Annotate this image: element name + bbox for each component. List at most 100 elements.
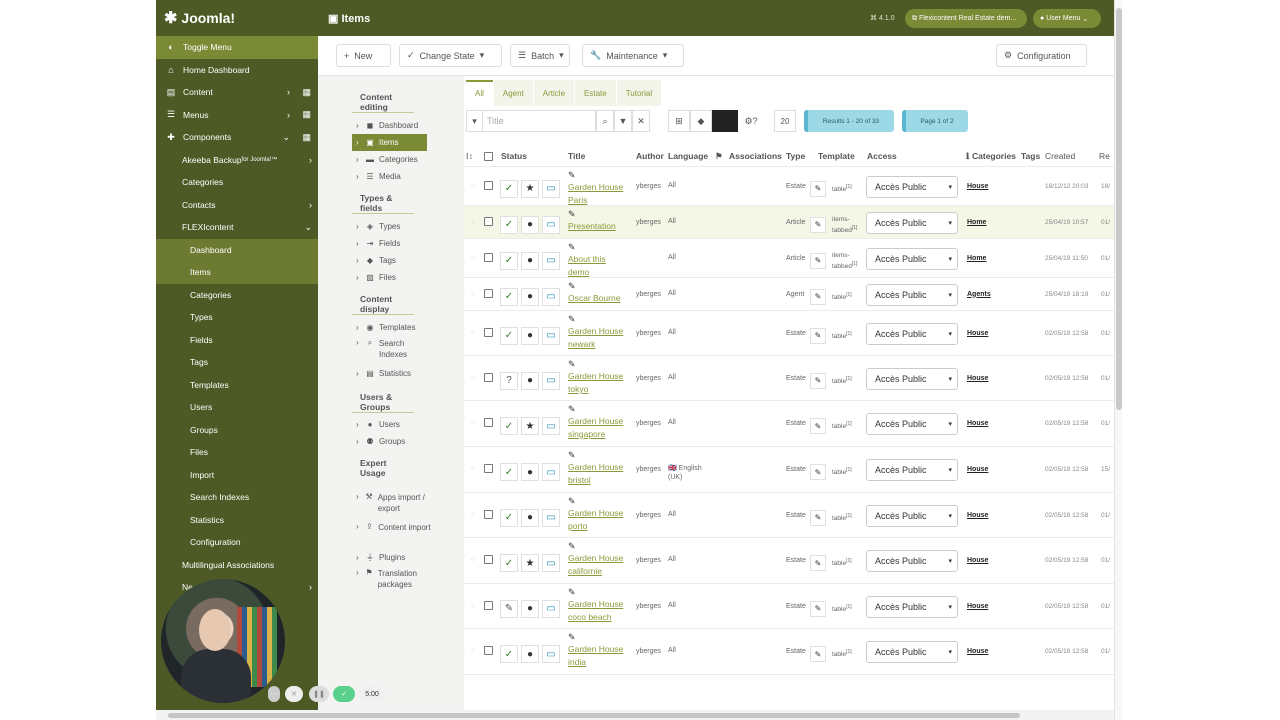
drag-handle-icon[interactable]: ⁘ bbox=[470, 374, 476, 382]
row-checkbox[interactable] bbox=[484, 464, 493, 473]
edit-icon[interactable]: ✎ bbox=[568, 359, 576, 370]
limit-select[interactable]: 20 bbox=[774, 110, 796, 132]
vertical-scrollbar[interactable] bbox=[1114, 0, 1122, 720]
sidebar-item-multilingual-associations[interactable]: Multilingual Associations bbox=[156, 554, 318, 577]
unfeatured-dot-icon[interactable]: ● bbox=[521, 326, 539, 345]
access-select[interactable]: Accès Public ▾ bbox=[866, 595, 958, 618]
item-title-link[interactable]: Garden House tokyo bbox=[568, 370, 623, 396]
row-checkbox[interactable] bbox=[484, 180, 493, 190]
access-select[interactable]: Accès Public ▾ bbox=[866, 247, 958, 270]
scrollbar-thumb[interactable] bbox=[168, 713, 1020, 718]
search-button[interactable]: ⌕ bbox=[596, 110, 614, 132]
row-checkbox[interactable] bbox=[484, 252, 493, 262]
category-link[interactable]: Home bbox=[967, 219, 986, 226]
category-link[interactable]: House bbox=[967, 603, 988, 610]
col-author[interactable]: Author bbox=[636, 151, 664, 161]
preview-monitor-icon[interactable]: ▭ bbox=[542, 287, 560, 306]
status-toggle-button[interactable]: ✓ bbox=[500, 417, 518, 435]
edit-icon[interactable]: ✎ bbox=[568, 496, 576, 507]
status-toggle-button[interactable]: ✓ bbox=[500, 645, 518, 663]
category-link[interactable]: House bbox=[967, 648, 988, 655]
edit-icon[interactable]: ✎ bbox=[568, 170, 576, 181]
access-select[interactable]: Accès Public ▾ bbox=[866, 367, 958, 390]
preview-monitor-icon[interactable]: ▭ bbox=[542, 371, 560, 390]
template-edit-button[interactable]: ✎ bbox=[810, 327, 826, 344]
col-tags[interactable]: Tags bbox=[1021, 151, 1040, 161]
sidebar-item-toggle-menu[interactable]: ◐ Toggle Menu bbox=[156, 36, 318, 59]
status-toggle-button[interactable]: ✓ bbox=[500, 554, 518, 572]
access-select[interactable]: Accès Public ▾ bbox=[866, 459, 958, 481]
status-toggle-button[interactable]: ✓ bbox=[500, 463, 518, 481]
sidebar-item-contacts[interactable]: Contacts › bbox=[156, 194, 318, 217]
row-checkbox[interactable] bbox=[484, 600, 493, 610]
col-categories[interactable]: Categories bbox=[972, 151, 1016, 161]
drag-handle-icon[interactable]: ⁘ bbox=[470, 647, 476, 655]
drag-handle-icon[interactable]: ⁘ bbox=[470, 602, 476, 610]
fc-nav-items[interactable]: › ▣ Items bbox=[352, 134, 427, 151]
category-link[interactable]: House bbox=[967, 466, 988, 473]
color-box-button[interactable] bbox=[712, 110, 738, 132]
sidebar-item-groups[interactable]: Groups bbox=[156, 419, 318, 442]
fc-nav-files[interactable]: › ▨ Files bbox=[352, 269, 432, 286]
fc-nav-plugins[interactable]: › ⏚ Plugins bbox=[352, 549, 432, 566]
category-link[interactable]: Agents bbox=[967, 291, 991, 298]
status-toggle-button[interactable]: ✓ bbox=[500, 215, 518, 234]
sidebar-item-items[interactable]: Items bbox=[156, 261, 318, 284]
user-menu-button[interactable]: ● User Menu ⌄ bbox=[1033, 9, 1101, 28]
fc-nav-types[interactable]: › ◈ Types bbox=[352, 218, 432, 235]
drag-handle-icon[interactable]: ⁘ bbox=[470, 182, 476, 190]
tab-all[interactable]: All bbox=[466, 80, 493, 106]
recorder-cancel-button[interactable]: ✕ bbox=[285, 686, 303, 702]
item-title-link[interactable]: Oscar Bourne bbox=[568, 292, 620, 305]
edit-icon[interactable]: ✎ bbox=[568, 314, 576, 325]
access-select[interactable]: Accès Public ▾ bbox=[866, 413, 958, 435]
select-all-checkbox[interactable] bbox=[484, 151, 493, 161]
edit-icon[interactable]: ✎ bbox=[568, 450, 576, 461]
edit-icon[interactable]: ✎ bbox=[568, 242, 576, 253]
template-edit-button[interactable]: ✎ bbox=[810, 288, 826, 305]
item-title-link[interactable]: Presentation bbox=[568, 220, 616, 233]
row-checkbox[interactable] bbox=[484, 327, 493, 337]
fc-nav-translation-packages[interactable]: › ⚑ Translation packages bbox=[352, 566, 432, 594]
drag-handle-icon[interactable]: ⁘ bbox=[470, 511, 476, 519]
item-title-link[interactable]: About this demo bbox=[568, 253, 606, 279]
row-checkbox[interactable] bbox=[484, 216, 493, 226]
item-title-link[interactable]: Garden House californie bbox=[568, 552, 623, 578]
row-checkbox[interactable] bbox=[484, 509, 493, 519]
scrollbar-thumb[interactable] bbox=[1116, 8, 1122, 410]
status-toggle-button[interactable]: ✓ bbox=[500, 287, 518, 306]
category-link[interactable]: House bbox=[967, 330, 988, 337]
tab-agent[interactable]: Agent bbox=[493, 80, 533, 106]
item-title-link[interactable]: Garden House newark bbox=[568, 325, 623, 351]
template-edit-button[interactable]: ✎ bbox=[810, 418, 826, 434]
col-language[interactable]: Language bbox=[668, 151, 708, 161]
edit-icon[interactable]: ✎ bbox=[568, 587, 576, 598]
sidebar-item-akeeba-backup[interactable]: Akeeba Backup for Joomla!™ › bbox=[156, 149, 318, 172]
unfeatured-dot-icon[interactable]: ● bbox=[521, 371, 539, 390]
row-checkbox[interactable] bbox=[484, 646, 493, 655]
row-checkbox[interactable] bbox=[484, 418, 493, 427]
row-checkbox[interactable] bbox=[484, 372, 493, 382]
batch-button[interactable]: ☰ Batch ▾ bbox=[510, 44, 570, 67]
preview-monitor-icon[interactable]: ▭ bbox=[542, 508, 560, 527]
sidebar-item-fields[interactable]: Fields bbox=[156, 329, 318, 352]
sidebar-item-tags[interactable]: Tags bbox=[156, 351, 318, 374]
featured-star-icon[interactable]: ★ bbox=[521, 179, 539, 198]
status-toggle-button[interactable]: ? bbox=[500, 371, 518, 390]
edit-icon[interactable]: ✎ bbox=[568, 632, 576, 643]
sidebar-item-import[interactable]: Import bbox=[156, 464, 318, 487]
drag-handle-icon[interactable]: ⁘ bbox=[470, 290, 476, 298]
item-title-link[interactable]: Garden House india bbox=[568, 643, 623, 669]
preview-monitor-icon[interactable]: ▭ bbox=[542, 554, 560, 572]
sidebar-item-home-dashboard[interactable]: ⌂ Home Dashboard bbox=[156, 59, 318, 82]
sidebar-item-types[interactable]: Types bbox=[156, 306, 318, 329]
drag-handle-icon[interactable]: ⁘ bbox=[470, 329, 476, 337]
preview-monitor-icon[interactable]: ▭ bbox=[542, 251, 560, 270]
recorder-menu-button[interactable]: ⋯ bbox=[268, 686, 280, 702]
item-title-link[interactable]: Garden House singapore bbox=[568, 415, 623, 441]
category-link[interactable]: House bbox=[967, 375, 988, 382]
dashboard-grid-icon[interactable]: ▦ bbox=[302, 109, 311, 120]
access-select[interactable]: Accès Public ▾ bbox=[866, 283, 958, 306]
unfeatured-dot-icon[interactable]: ● bbox=[521, 287, 539, 306]
col-status[interactable]: Status bbox=[501, 151, 527, 161]
